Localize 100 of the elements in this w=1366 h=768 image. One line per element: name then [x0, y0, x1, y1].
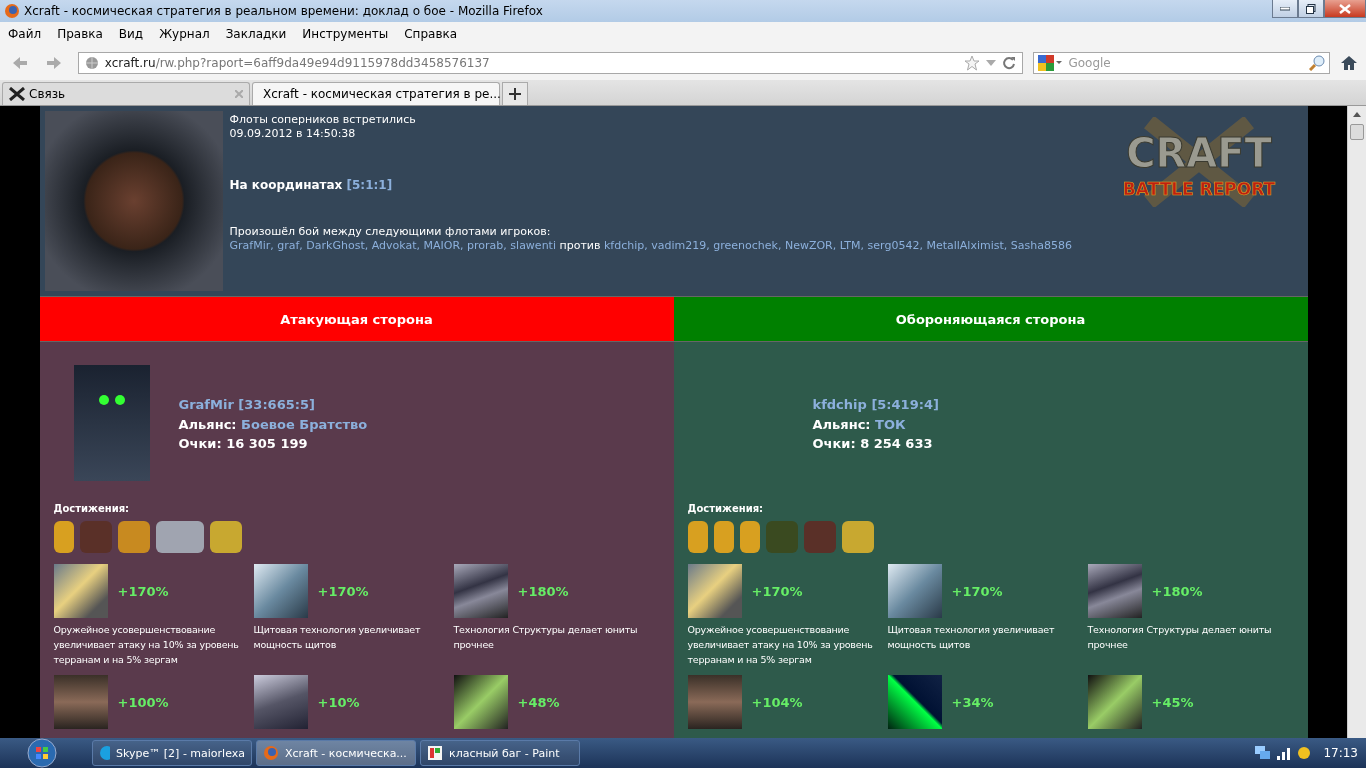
- player-link[interactable]: kfdchip [5:419:4]: [812, 397, 939, 412]
- comma: ,: [270, 239, 274, 252]
- comma: ,: [1003, 239, 1008, 252]
- player-link[interactable]: MetallAlximist: [926, 239, 1004, 252]
- player-link[interactable]: greenochek: [713, 239, 778, 252]
- bonus-value: +170%: [751, 583, 803, 599]
- bonus-value: +180%: [1151, 583, 1203, 599]
- search-engine-icon[interactable]: [1038, 55, 1063, 71]
- bonus-value: +104%: [751, 694, 803, 710]
- comma: ,: [416, 239, 421, 252]
- search-icon[interactable]: [1309, 55, 1326, 71]
- menu-item[interactable]: Вид: [118, 27, 152, 41]
- coordinates-label: На координатах: [229, 178, 343, 192]
- player-link[interactable]: Advokat: [371, 239, 417, 252]
- bonus-value: +100%: [117, 694, 169, 710]
- globe-icon: [84, 56, 99, 70]
- bonus-value: +45%: [1151, 694, 1194, 710]
- menu-item[interactable]: Журнал: [159, 27, 218, 41]
- taskbar-button[interactable]: класный баг - Paint: [420, 740, 580, 766]
- side-title: Обороняющаяся сторона: [673, 296, 1308, 342]
- bonus-value: +34%: [951, 694, 994, 710]
- dropdown-icon[interactable]: [986, 60, 997, 66]
- alliance-link[interactable]: ТОК: [875, 416, 906, 432]
- browser-tab[interactable]: Xcraft - космическая стратегия в ре...: [252, 82, 500, 105]
- points-value: 8 254 633: [860, 436, 933, 451]
- scrollbar[interactable]: [1347, 106, 1366, 738]
- tech-description: Щитовая технология увеличивает мощность щитов: [253, 623, 422, 652]
- points-value: 16 305 199: [226, 436, 308, 451]
- clock: 17:13: [1323, 746, 1358, 760]
- star-icon[interactable]: [964, 55, 981, 71]
- window-title: Xcraft - космическая стратегия в реальном времени: доклад о бое - Mozilla Firefox: [24, 4, 543, 18]
- network-icon: [1255, 746, 1272, 760]
- achievements-label: Достижения:: [687, 503, 765, 514]
- points-label: Очки:: [178, 436, 222, 451]
- comma: ,: [860, 239, 865, 252]
- comma: ,: [299, 239, 303, 252]
- reload-icon[interactable]: [1002, 56, 1017, 70]
- player-link[interactable]: GrafMir: [229, 239, 271, 252]
- player-link[interactable]: graf: [277, 239, 300, 252]
- report-heading: Флоты соперников встретились: [229, 113, 417, 127]
- bonus-value: +48%: [517, 694, 560, 710]
- achievements-label: Достижения:: [53, 503, 131, 514]
- battle-intro: Произошёл бой между следующими флотами игроков:: [229, 225, 552, 239]
- comma: ,: [644, 239, 648, 252]
- menu-item[interactable]: Инструменты: [302, 27, 397, 41]
- minimize-icon: [1280, 6, 1290, 11]
- player-link[interactable]: NewZOR: [784, 239, 833, 252]
- minimize-button[interactable]: [1272, 0, 1298, 18]
- close-button[interactable]: [1324, 0, 1366, 18]
- address-field[interactable]: xcraft.ru/rw.php?raport=6aff9da49e94d9115978dd3458576137: [77, 52, 1024, 74]
- new-tab-button[interactable]: [502, 82, 528, 105]
- forward-arrow-icon: [45, 56, 62, 70]
- menu-item[interactable]: Файл: [8, 27, 50, 41]
- taskbar-button[interactable]: Skype™ [2] - maiorlexa: [92, 740, 252, 766]
- home-icon[interactable]: [1340, 55, 1358, 71]
- comma: ,: [832, 239, 837, 252]
- search-field[interactable]: Google: [1066, 55, 1306, 71]
- scroll-thumb[interactable]: [1350, 124, 1364, 140]
- comma: ,: [777, 239, 782, 252]
- restore-icon: [1306, 3, 1316, 14]
- tech-description: Оружейное усовершенствование увеличивает атаку на 10% за уровень терранам и на 5% зергам: [687, 623, 874, 667]
- alliance-label: Альянс:: [178, 416, 237, 432]
- player-link[interactable]: Sasha8586: [1010, 239, 1072, 252]
- back-arrow-icon: [11, 56, 28, 70]
- browser-tab[interactable]: Связь: [2, 82, 250, 105]
- plus-icon: [509, 88, 521, 100]
- bonus-value: +170%: [117, 583, 169, 599]
- scroll-up-icon[interactable]: [1353, 111, 1361, 117]
- player-link[interactable]: GrafMir [33:665:5]: [178, 397, 315, 412]
- tech-description: Оружейное усовершенствование увеличивает атаку на 10% за уровень терранам и на 5% зергам: [53, 623, 240, 667]
- bonus-value: +10%: [317, 694, 360, 710]
- browser-logo-icon: [263, 745, 279, 761]
- alliance-label: Альянс:: [812, 416, 871, 432]
- player-link[interactable]: slawenti: [510, 239, 556, 252]
- points-label: Очки:: [812, 436, 856, 451]
- side-title: Атакующая сторона: [39, 296, 674, 342]
- close-icon: [1339, 3, 1351, 14]
- browser-logo-icon: [4, 3, 20, 19]
- coordinates-link[interactable]: [5:1:1]: [346, 178, 393, 192]
- report-date: 09.09.2012 в 14:50:38: [229, 127, 357, 141]
- player-link[interactable]: LTM: [839, 239, 861, 252]
- comma: ,: [460, 239, 464, 252]
- versus-text: против: [559, 239, 601, 252]
- menu-item[interactable]: Правка: [57, 27, 111, 41]
- signal-icon: [1277, 746, 1292, 760]
- alliance-link[interactable]: Боевое Братство: [241, 416, 368, 432]
- player-link[interactable]: DarkGhost: [306, 239, 365, 252]
- taskbar-button[interactable]: Xcraft - космическа...: [256, 740, 416, 766]
- menu-item[interactable]: Справка: [404, 27, 466, 41]
- notification-icon: [1297, 746, 1312, 760]
- tech-description: Технология Структуры делает юниты прочнее: [453, 623, 639, 652]
- game-logo: CRAFT BATTLE REPORT: [1078, 117, 1319, 207]
- crossed-swords-icon: [9, 87, 25, 101]
- paint-icon: [427, 745, 443, 761]
- search-box[interactable]: Google: [1033, 52, 1331, 74]
- bonus-value: +170%: [317, 583, 369, 599]
- restore-button[interactable]: [1298, 0, 1324, 18]
- comma: ,: [706, 239, 710, 252]
- menu-item[interactable]: Закладки: [225, 27, 295, 41]
- bonus-value: +170%: [951, 583, 1003, 599]
